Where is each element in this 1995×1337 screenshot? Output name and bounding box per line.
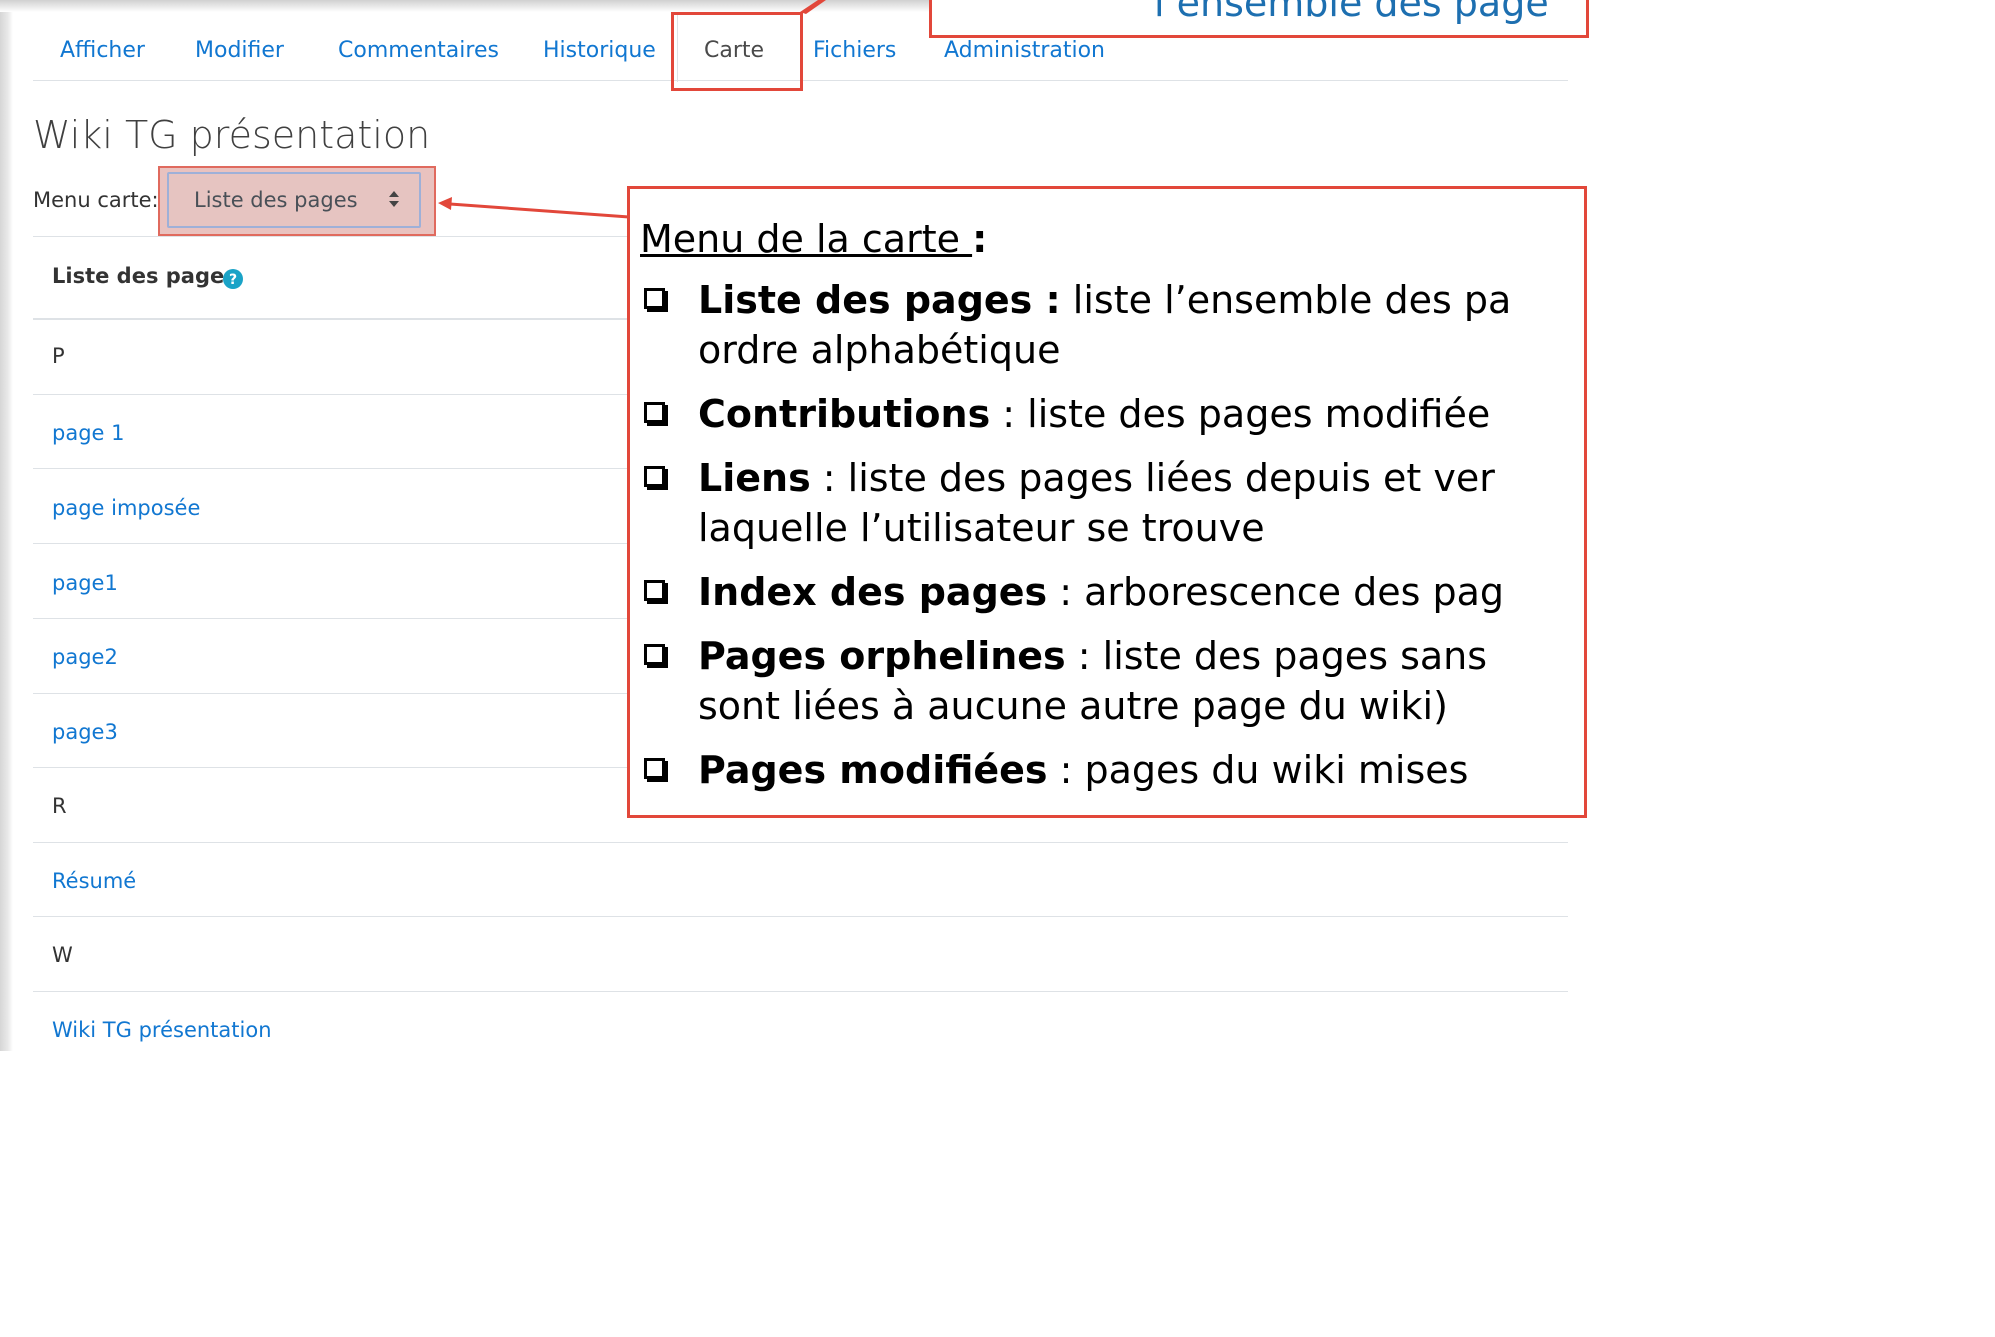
checkbox-bullet-icon — [644, 402, 665, 423]
annotation-bullet: Liens : liste des pages liées depuis et … — [640, 453, 1584, 553]
bullet-term: Pages orphelines — [698, 634, 1066, 678]
annotation-title: Menu de la carte : — [640, 217, 988, 261]
bullet-description: : arborescence des pag — [1047, 570, 1504, 614]
annotation-bullet: Pages modifiées : pages du wiki mises — [640, 745, 1584, 795]
bullet-description: liste l’ensemble des pa — [1060, 278, 1512, 322]
bullet-description-cont: ordre alphabétique — [698, 328, 1061, 372]
checkbox-bullet-icon — [644, 466, 665, 487]
annotation-bullet: Pages orphelines : liste des pages sans s… — [640, 631, 1584, 731]
annotation-bullet: Index des pages : arborescence des pag — [640, 567, 1584, 617]
checkbox-bullet-icon — [644, 580, 665, 601]
bullet-term: Liste des pages : — [698, 278, 1061, 322]
bullet-description-cont: laquelle l’utilisateur se trouve — [698, 506, 1265, 550]
annotation-callout: Menu de la carte : Liste des pages : lis… — [627, 186, 1587, 818]
checkbox-bullet-icon — [644, 288, 665, 309]
checkbox-bullet-icon — [644, 644, 665, 665]
bullet-description: : liste des pages liées depuis et ver — [810, 456, 1495, 500]
bullet-term: Pages modifiées — [698, 748, 1048, 792]
annotation-bullet: Contributions : liste des pages modifiée — [640, 389, 1584, 439]
select-arrow-line — [449, 202, 630, 219]
bullet-description: : liste des pages sans — [1065, 634, 1488, 678]
tab-arrow-head — [800, 0, 826, 14]
checkbox-bullet-icon — [644, 758, 665, 779]
bullet-description-cont: sont liées à aucune autre page du wiki) — [698, 684, 1448, 728]
annotation-bullet: Liste des pages : liste l’ensemble des p… — [640, 275, 1584, 375]
annotation-top-callout: l’ensemble des page — [929, 0, 1589, 38]
bullet-term: Contributions — [698, 392, 991, 436]
bullet-description: : liste des pages modifiée — [990, 392, 1491, 436]
bullet-term: Liens — [698, 456, 811, 500]
bullet-term: Index des pages — [698, 570, 1048, 614]
annotation-top-text: l’ensemble des page — [1154, 0, 1549, 25]
bullet-description: : pages du wiki mises — [1047, 748, 1469, 792]
select-arrow-head — [438, 197, 452, 210]
